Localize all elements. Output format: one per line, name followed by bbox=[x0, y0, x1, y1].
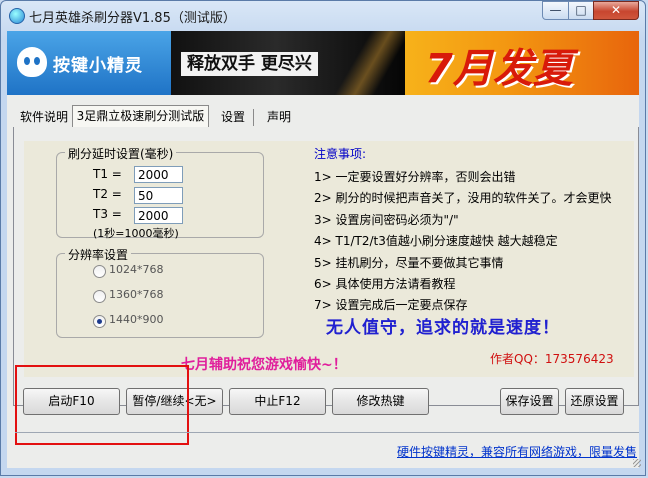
stop-button[interactable]: 中止F12 bbox=[229, 388, 326, 415]
t2-input[interactable]: 50 bbox=[134, 187, 183, 204]
resize-grip-icon[interactable] bbox=[633, 459, 641, 467]
delay-unit-note: (1秒=1000毫秒) bbox=[93, 227, 179, 240]
delay-group-title: 刷分延时设置(毫秒) bbox=[65, 145, 177, 162]
radio-1440x900[interactable] bbox=[93, 315, 106, 328]
radio-1024x768-label[interactable]: 1024*768 bbox=[109, 263, 164, 276]
blessing-text: 七月辅助祝您游戏愉快~！ bbox=[181, 357, 347, 373]
resolution-group-title: 分辨率设置 bbox=[65, 246, 132, 263]
ad-banner-left-text: 释放双手 更尽兴 bbox=[181, 52, 318, 76]
ad-banner-right[interactable]: 7月发夏 bbox=[405, 31, 639, 95]
note-item: 4> T1/T2/t3值越小刷分速度越快 越大越稳定 bbox=[314, 234, 558, 248]
radio-1024x768[interactable] bbox=[93, 265, 106, 278]
t1-input[interactable]: 2000 bbox=[134, 166, 183, 183]
logo-banner[interactable]: 按键小精灵 bbox=[7, 31, 171, 95]
client-area: 按键小精灵 释放双手 更尽兴 7月发夏 软件说明 3足鼎立极速刷分测试版 设置 … bbox=[7, 31, 641, 468]
note-item: 2> 刷分的时候把声音关了，没用的软件关了。才会更快 bbox=[314, 191, 612, 205]
ghost-logo-icon bbox=[17, 47, 47, 77]
note-item: 3> 设置房间密码必须为"/" bbox=[314, 213, 459, 227]
t2-label: T2 = bbox=[93, 187, 122, 201]
t1-label: T1 = bbox=[93, 167, 122, 181]
app-window: 七月英雄杀刷分器V1.85（测试版） — □ ✕ 按键小精灵 释放双手 更尽兴 … bbox=[0, 0, 646, 476]
radio-1360x768[interactable] bbox=[93, 290, 106, 303]
ad-banner-right-text: 7月发夏 bbox=[425, 46, 573, 92]
ad-streak-decoration bbox=[331, 31, 405, 95]
note-item: 5> 挂机刷分，尽量不要做其它事情 bbox=[314, 256, 504, 270]
footer-divider bbox=[15, 432, 639, 433]
footer-ad-link[interactable]: 硬件按键精灵，兼容所有网络游戏，限量发售 bbox=[397, 443, 637, 460]
logo-text: 按键小精灵 bbox=[53, 56, 143, 76]
maximize-button[interactable]: □ bbox=[568, 1, 594, 20]
close-button[interactable]: ✕ bbox=[593, 1, 639, 20]
delay-settings-group: 刷分延时设置(毫秒) T1 = 2000 T2 = 50 T3 = 2000 (… bbox=[56, 145, 264, 240]
ad-banner-left[interactable]: 释放双手 更尽兴 bbox=[171, 31, 405, 95]
tab-settings[interactable]: 设置 bbox=[213, 109, 254, 126]
notes-title: 注意事项: bbox=[314, 147, 367, 161]
author-qq: 作者QQ：173576423 bbox=[490, 352, 614, 366]
note-item: 6> 具体使用方法请看教程 bbox=[314, 277, 456, 291]
note-item: 7> 设置完成后一定要点保存 bbox=[314, 298, 468, 312]
t3-input[interactable]: 2000 bbox=[134, 207, 183, 224]
highlight-annotation-box bbox=[15, 365, 189, 445]
tab-strip: 软件说明 3足鼎立极速刷分测试版 设置 声明 bbox=[7, 104, 639, 127]
radio-1440x900-label[interactable]: 1440*900 bbox=[109, 313, 164, 326]
minimize-button[interactable]: — bbox=[542, 1, 569, 20]
t3-label: T3 = bbox=[93, 207, 122, 221]
tab-speed-mode[interactable]: 3足鼎立极速刷分测试版 bbox=[72, 105, 209, 127]
tab-statement[interactable]: 声明 bbox=[259, 109, 299, 126]
radio-1360x768-label[interactable]: 1360*768 bbox=[109, 288, 164, 301]
title-bar[interactable]: 七月英雄杀刷分器V1.85（测试版） — □ ✕ bbox=[1, 1, 647, 31]
tab-software-info[interactable]: 软件说明 bbox=[13, 109, 76, 126]
slogan-text: 无人值守，追求的就是速度！ bbox=[326, 318, 560, 338]
app-icon bbox=[9, 8, 25, 24]
resolution-group: 分辨率设置 1024*768 1360*768 1440*900 bbox=[56, 246, 264, 338]
change-hotkey-button[interactable]: 修改热键 bbox=[332, 388, 429, 415]
note-item: 1> 一定要设置好分辨率，否则会出错 bbox=[314, 170, 516, 184]
window-title: 七月英雄杀刷分器V1.85（测试版） bbox=[29, 11, 236, 26]
settings-area: 刷分延时设置(毫秒) T1 = 2000 T2 = 50 T3 = 2000 (… bbox=[24, 141, 634, 377]
restore-settings-button[interactable]: 还原设置 bbox=[565, 388, 624, 415]
save-settings-button[interactable]: 保存设置 bbox=[500, 388, 559, 415]
